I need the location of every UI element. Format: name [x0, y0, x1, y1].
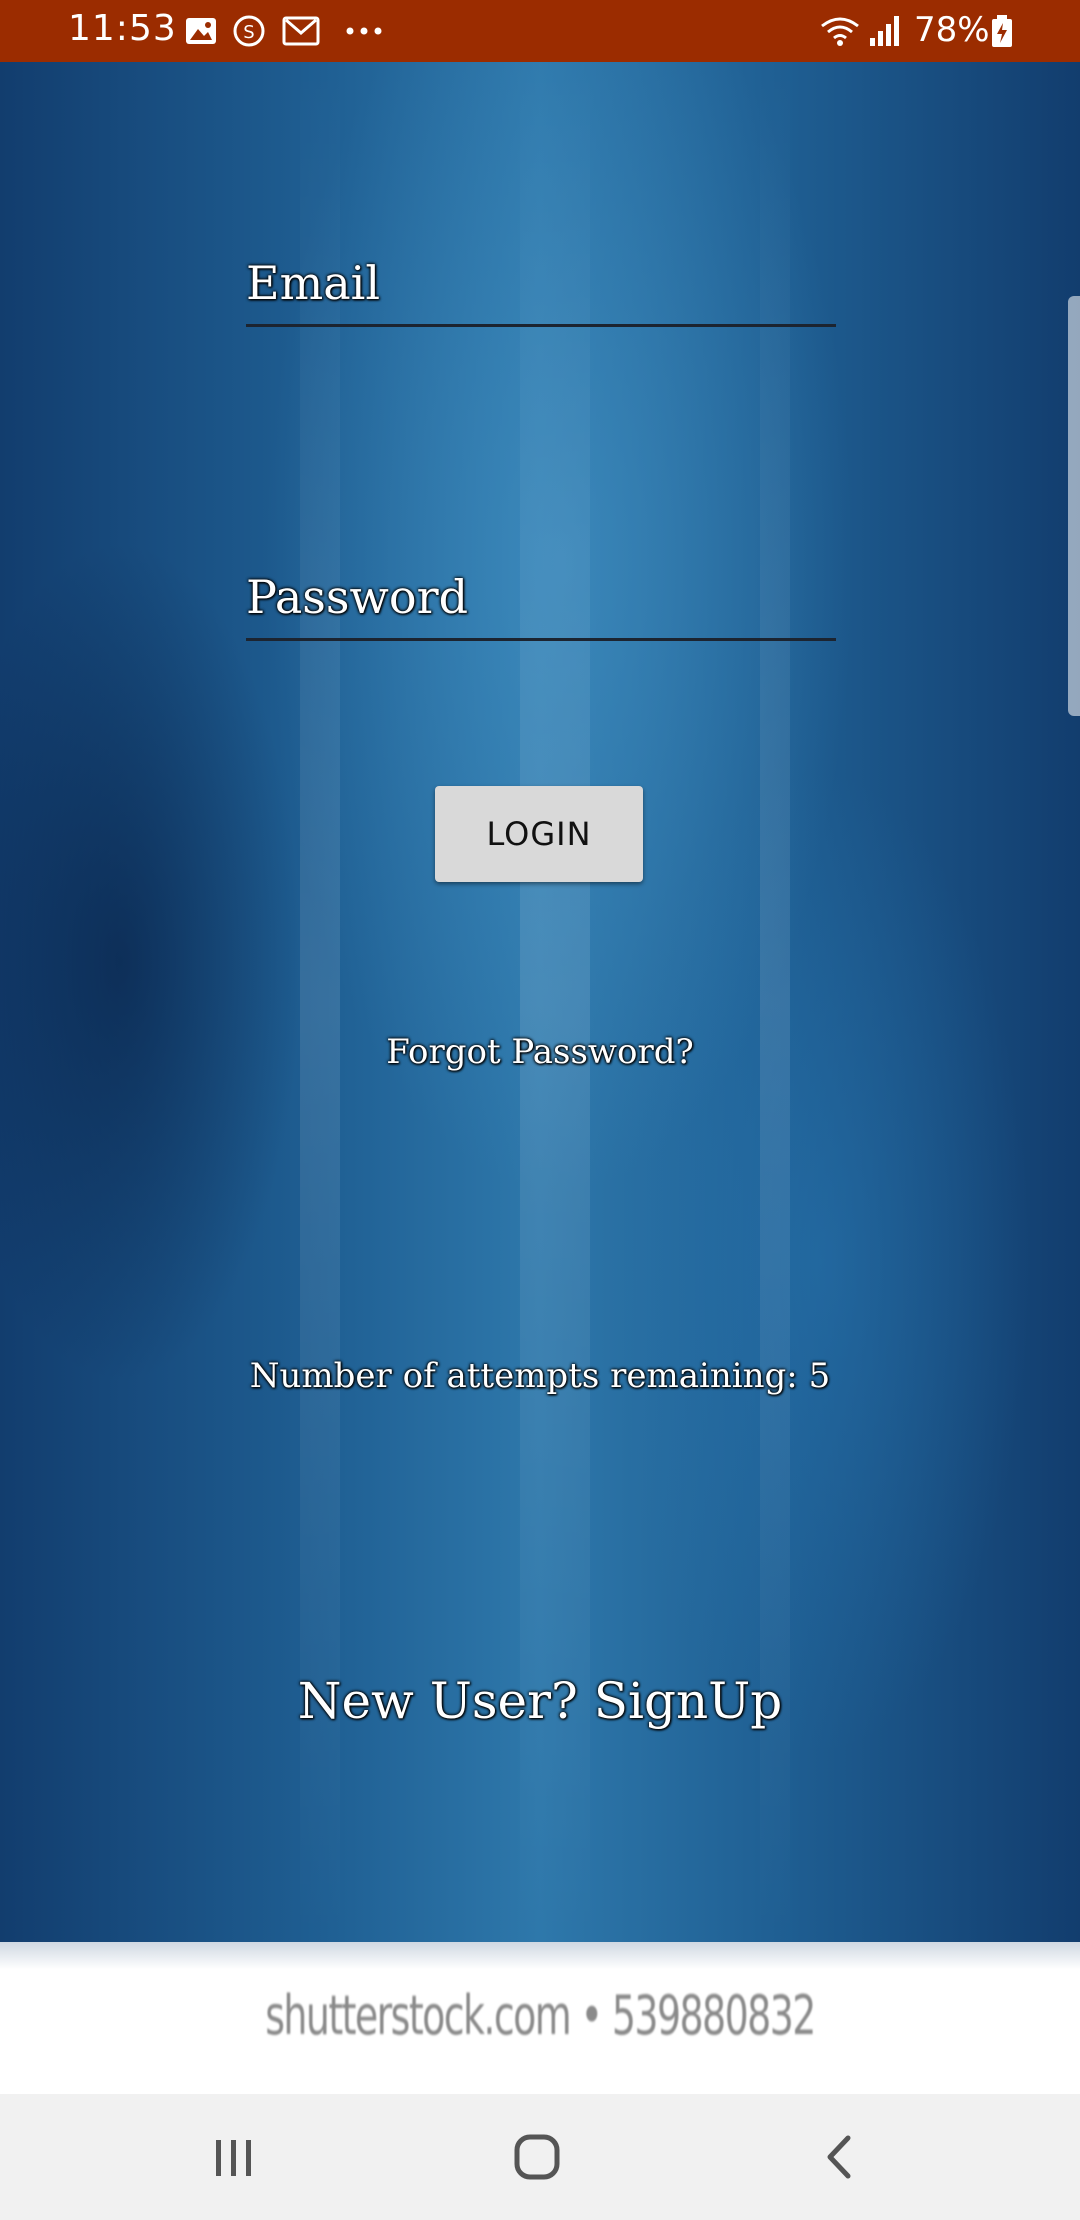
s-app-icon: S: [232, 14, 266, 48]
more-dots-icon: [344, 14, 384, 48]
home-icon[interactable]: [497, 2122, 577, 2192]
textured-background: [0, 62, 1080, 1942]
background-streak: [520, 62, 590, 1942]
battery-charging-icon: [990, 14, 1014, 48]
forgot-password-link[interactable]: Forgot Password?: [0, 1032, 1080, 1072]
gmail-icon: [282, 14, 320, 48]
login-screen: 11:53 S 78% Email Password LOGIN Forgot …: [0, 0, 1080, 2220]
signup-link[interactable]: New User? SignUp: [0, 1672, 1080, 1730]
svg-text:S: S: [243, 22, 254, 43]
status-bar: 11:53 S 78%: [0, 0, 1080, 62]
status-time: 11:53: [68, 8, 177, 49]
back-icon[interactable]: [800, 2122, 880, 2192]
watermark-text: shutterstock.com • 539880832: [265, 1984, 816, 2047]
email-placeholder: Email: [246, 256, 381, 310]
wifi-icon: [818, 14, 862, 48]
password-placeholder: Password: [246, 570, 469, 624]
attempts-remaining-text: Number of attempts remaining: 5: [249, 1356, 831, 1396]
scroll-indicator[interactable]: [1068, 296, 1080, 716]
watermark-strip: shutterstock.com • 539880832: [0, 1942, 1080, 2094]
background-streak: [760, 62, 790, 1942]
email-field[interactable]: Email: [246, 240, 836, 327]
login-button[interactable]: LOGIN: [435, 786, 643, 882]
image-icon: [184, 14, 218, 48]
navigation-bar: [0, 2094, 1080, 2220]
background-streak: [300, 62, 340, 1942]
password-field[interactable]: Password: [246, 554, 836, 641]
recent-apps-icon[interactable]: [194, 2122, 274, 2192]
battery-percentage: 78%: [914, 10, 990, 50]
signal-icon: [868, 14, 904, 48]
